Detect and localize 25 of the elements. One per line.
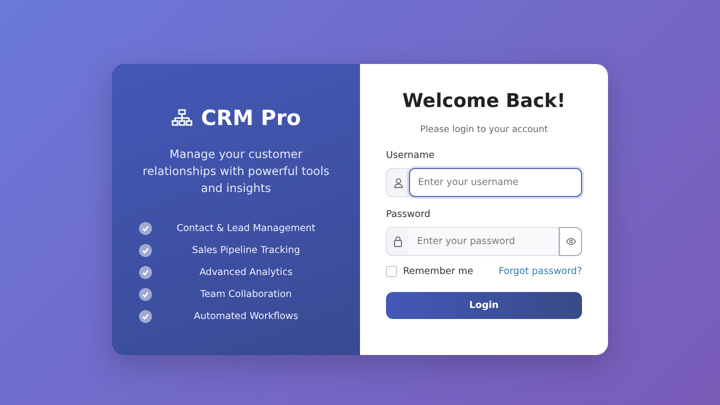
feature-label: Team Collaboration [199, 288, 293, 300]
subtitle: Please login to your account [419, 125, 549, 135]
check-icon [139, 288, 152, 300]
feature-label: Automated Workflows [192, 310, 300, 322]
welcome-heading: Welcome Back! [401, 90, 567, 112]
remember-checkbox[interactable] [386, 266, 397, 277]
username-field[interactable]: Enter your username [409, 168, 582, 197]
field-label: Username [386, 150, 436, 161]
eye-icon [566, 238, 576, 245]
feature-label: Sales Pipeline Tracking [190, 244, 302, 256]
field-label: Password [386, 209, 432, 220]
feature-label: Contact & Lead Management [176, 222, 316, 234]
feature-label: Advanced Analytics [198, 266, 294, 278]
show-password-button[interactable] [559, 227, 582, 256]
check-icon [139, 244, 152, 256]
forgot-password-link[interactable]: Forgot password? [498, 266, 582, 277]
check-icon [139, 266, 152, 278]
hierarchy-icon [171, 109, 194, 127]
brand-title: CRM Pro [201, 106, 301, 130]
check-icon [139, 222, 152, 234]
check-icon [139, 310, 152, 322]
tagline: Manage your customer relationships with powerful tools and insights [142, 146, 330, 197]
remember-label: Remember me [403, 266, 474, 277]
user-icon [394, 178, 402, 188]
login-button[interactable]: Login [386, 292, 582, 319]
